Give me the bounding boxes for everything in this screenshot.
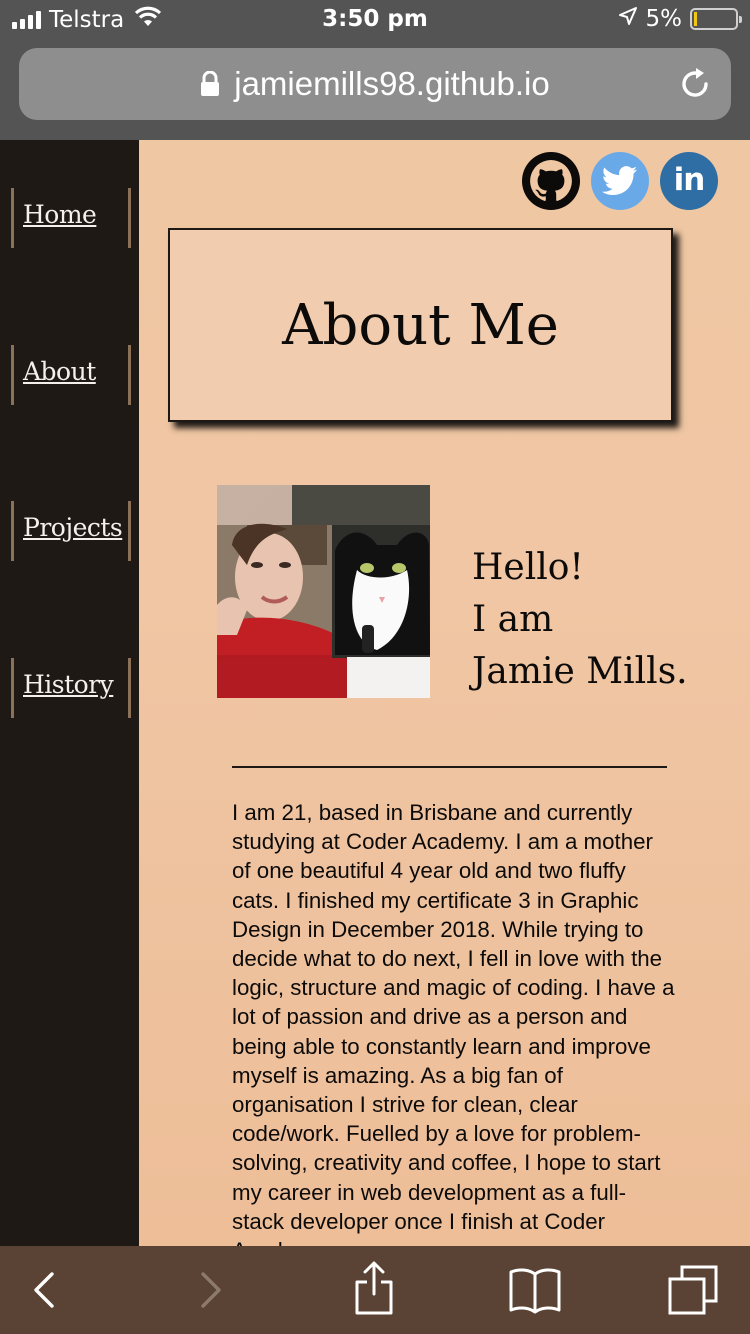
address-bar[interactable]: jamiemills98.github.io: [19, 48, 731, 120]
status-bar: Telstra 3:50 pm 5%: [0, 0, 750, 40]
github-icon[interactable]: [522, 152, 580, 210]
nav-link-projects[interactable]: Projects: [23, 513, 123, 542]
nav-item-home[interactable]: Home: [11, 188, 131, 248]
twitter-icon[interactable]: [591, 152, 649, 210]
greeting: Hello! I am Jamie Mills.: [472, 542, 688, 698]
section-divider: [232, 766, 667, 768]
nav-item-history[interactable]: History: [11, 658, 131, 718]
browser-toolbar: [0, 1246, 750, 1334]
profile-photo: [217, 485, 430, 698]
linkedin-label: in: [673, 161, 706, 198]
bookmarks-icon[interactable]: [508, 1266, 562, 1319]
reload-icon[interactable]: [677, 66, 713, 110]
page-title: About Me: [282, 292, 559, 358]
tabs-icon[interactable]: [666, 1264, 720, 1321]
battery-percent: 5%: [645, 6, 683, 32]
greeting-line-1: Hello!: [472, 547, 584, 588]
page-title-box: About Me: [168, 228, 673, 422]
greeting-line-2: I am: [472, 599, 554, 640]
greeting-line-3: Jamie Mills.: [472, 651, 688, 692]
battery-icon: [690, 8, 742, 30]
main-content: in About Me Hello! I am Jamie Mills. I a…: [139, 140, 750, 1246]
lock-icon: [200, 71, 220, 97]
nav-link-history[interactable]: History: [23, 670, 114, 699]
linkedin-icon[interactable]: in: [660, 152, 718, 210]
forward-icon[interactable]: [197, 1266, 225, 1319]
nav-link-home[interactable]: Home: [23, 200, 97, 229]
url-text: jamiemills98.github.io: [234, 65, 550, 102]
nav-item-projects[interactable]: Projects: [11, 501, 131, 561]
sidebar-nav: Home About Projects History: [0, 140, 139, 1246]
browser-chrome: jamiemills98.github.io: [0, 40, 750, 140]
nav-item-about[interactable]: About: [11, 345, 131, 405]
nav-link-about[interactable]: About: [23, 357, 96, 386]
share-icon[interactable]: [352, 1260, 396, 1321]
bio-text: I am 21, based in Brisbane and currently…: [232, 800, 675, 1246]
location-icon: [618, 6, 638, 32]
back-icon[interactable]: [30, 1266, 58, 1319]
